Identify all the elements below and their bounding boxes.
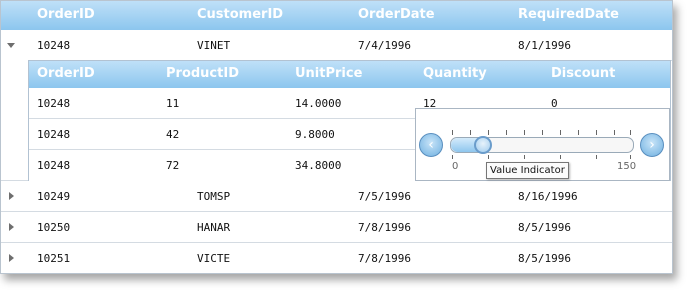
slider-thumb[interactable] [474, 136, 492, 154]
slider-min-label: 0 [452, 161, 459, 172]
slider-track[interactable] [450, 136, 634, 154]
column-header-customerid[interactable]: CustomerID [197, 7, 283, 22]
expand-icon[interactable] [9, 192, 14, 200]
column-header-requireddate[interactable]: RequiredDate [518, 7, 619, 22]
detail-cell-productid: 11 [166, 97, 180, 110]
column-header-orderdate[interactable]: OrderDate [358, 7, 435, 22]
cell-requireddate: 8/5/1996 [518, 252, 571, 265]
detail-cell-productid: 42 [166, 128, 180, 141]
table-row[interactable]: 10251 VICTE 7/8/1996 8/5/1996 [1, 243, 672, 273]
cell-orderid: 10250 [37, 221, 71, 234]
cell-orderdate: 7/4/1996 [358, 39, 411, 52]
detail-column-header-orderid[interactable]: OrderID [37, 66, 95, 81]
detail-grid-header: OrderID ProductID UnitPrice Quantity Dis… [29, 61, 670, 88]
cell-orderdate: 7/5/1996 [358, 190, 411, 203]
table-row[interactable]: 10248 VINET 7/4/1996 8/1/1996 [1, 30, 672, 61]
detail-cell-orderid: 10248 [37, 159, 71, 172]
cell-customerid: VICTE [197, 252, 231, 265]
detail-cell-unitprice: 34.8000 [295, 159, 342, 172]
detail-column-header-productid[interactable]: ProductID [166, 66, 239, 81]
cell-customerid: TOMSP [197, 190, 231, 203]
detail-cell-unitprice: 14.0000 [295, 97, 342, 110]
cell-requireddate: 8/5/1996 [518, 221, 571, 234]
cell-orderid: 10249 [37, 190, 71, 203]
cell-requireddate: 8/16/1996 [518, 190, 578, 203]
cell-orderid: 10248 [37, 39, 71, 52]
table-row[interactable]: 10249 TOMSP 7/5/1996 8/16/1996 [1, 181, 672, 212]
expand-icon[interactable] [9, 223, 14, 231]
detail-cell-unitprice: 9.8000 [295, 128, 335, 141]
detail-cell-productid: 72 [166, 159, 180, 172]
detail-cell-orderid: 10248 [37, 128, 71, 141]
slider-max-label: 150 [617, 161, 637, 172]
collapse-icon[interactable] [7, 43, 15, 48]
column-header-orderid[interactable]: OrderID [37, 7, 95, 22]
cell-customerid: HANAR [197, 221, 231, 234]
grid: OrderID CustomerID OrderDate RequiredDat… [0, 0, 673, 274]
table-row[interactable]: 10250 HANAR 7/8/1996 8/5/1996 [1, 212, 672, 243]
cell-orderdate: 7/8/1996 [358, 221, 411, 234]
detail-column-header-quantity[interactable]: Quantity [423, 66, 487, 81]
value-indicator-tooltip: Value Indicator [486, 162, 569, 179]
cell-orderdate: 7/8/1996 [358, 252, 411, 265]
detail-indent [1, 60, 28, 181]
grid-header: OrderID CustomerID OrderDate RequiredDat… [1, 1, 672, 31]
expand-icon[interactable] [9, 254, 14, 262]
detail-cell-orderid: 10248 [37, 97, 71, 110]
detail-column-header-unitprice[interactable]: UnitPrice [295, 66, 362, 81]
cell-customerid: VINET [197, 39, 231, 52]
chevron-right-icon[interactable]: › [640, 133, 664, 157]
cell-orderid: 10251 [37, 252, 71, 265]
cell-requireddate: 8/1/1996 [518, 39, 571, 52]
detail-column-header-discount[interactable]: Discount [551, 66, 615, 81]
chevron-left-icon[interactable]: ‹ [419, 133, 443, 157]
